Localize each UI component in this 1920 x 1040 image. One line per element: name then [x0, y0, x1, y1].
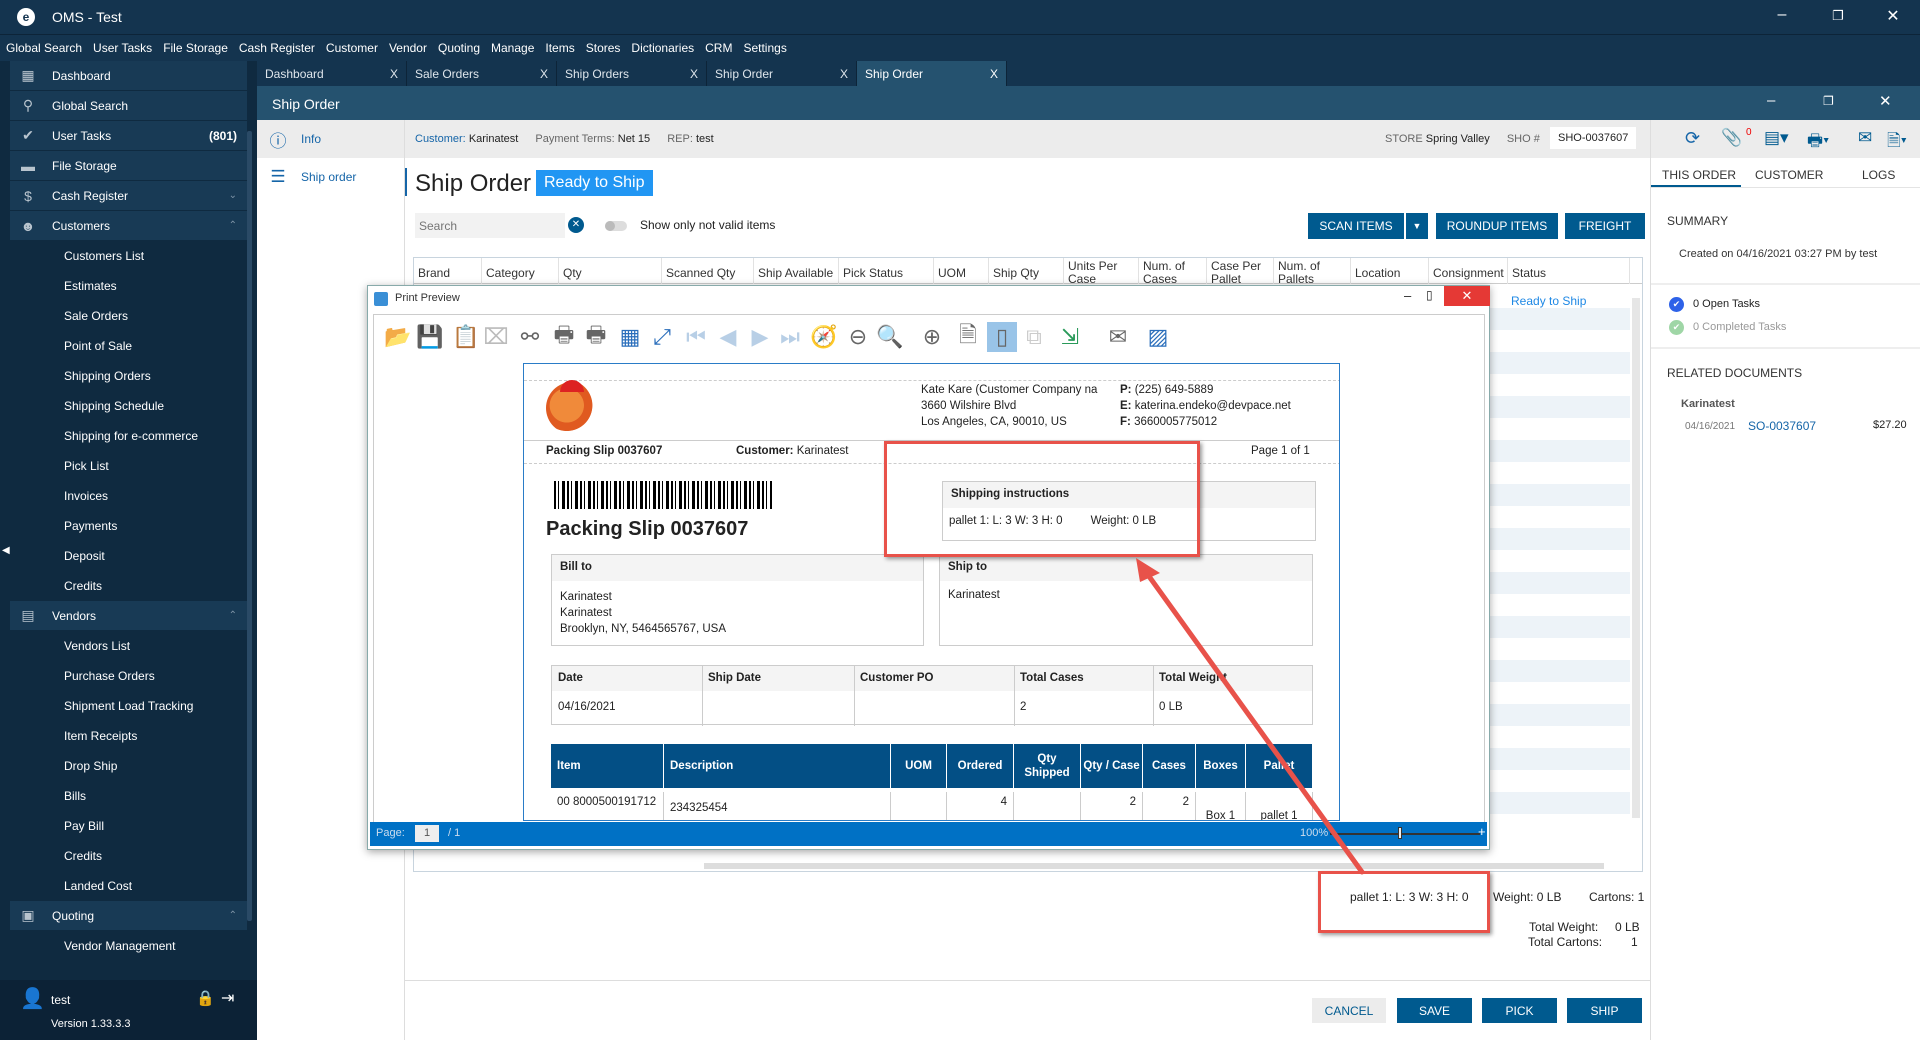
annotation-arrow — [1136, 558, 1365, 875]
